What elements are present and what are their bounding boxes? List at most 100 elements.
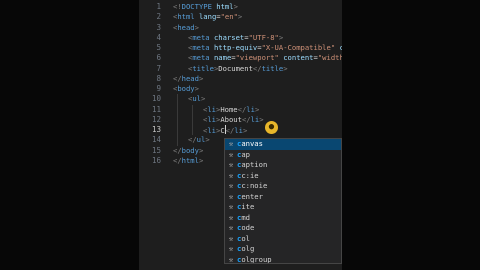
code-token: </ [237,104,247,114]
code-line[interactable]: <li>About</li> [203,115,264,125]
suggestion-item[interactable]: ⚒ colgroup [225,254,341,264]
suggestion-item[interactable]: ⚒ center [225,192,341,203]
line-number: 15 [151,145,161,155]
suggestion-rest: c:ie [241,170,259,180]
code-token: head [181,73,199,83]
code-token: </ [252,63,262,73]
code-token: li [207,126,216,135]
wrench-icon: ⚒ [228,213,234,222]
code-line[interactable]: <html lang="en"> [173,12,242,22]
code-token: > [259,114,264,124]
code-line[interactable]: <meta name="viewport" content="width=dev [188,53,342,63]
code-token: Home [220,104,238,114]
suggestion-item[interactable]: ⚒ cmd [225,213,341,224]
code-line[interactable]: <head> [173,23,199,33]
code-token: "UTF-8" [248,32,279,42]
suggestion-item[interactable]: ⚒ canvas [225,139,341,150]
suggestion-rest: olgroup [241,254,272,264]
code-token: </ [173,73,182,83]
code-token: title [261,63,284,73]
code-line[interactable]: <li>C</li> [203,125,247,135]
suggestion-item[interactable]: ⚒ caption [225,160,341,171]
code-line[interactable]: <title>Document</title> [188,64,288,74]
suggestion-item[interactable]: ⚒ cc:noie [225,181,341,192]
suggestion-rest: aption [241,160,268,169]
line-number: 2 [156,12,161,22]
code-token: meta [192,32,210,42]
code-token: > [205,135,210,145]
code-token: conte [339,43,342,52]
line-number: 3 [156,22,161,32]
code-line[interactable]: </html> [173,156,203,166]
line-number: 10 [151,94,161,104]
code-token: About [220,114,242,124]
suggestion-item[interactable]: ⚒ cite [225,202,341,213]
line-number: 12 [151,114,161,124]
suggestion-rest: ite [241,202,255,211]
code-token: > [278,32,284,42]
code-token: > [200,94,206,104]
code-token: "width=dev [317,53,342,63]
code-token: "en" [220,12,238,22]
autocomplete-suggestion-list[interactable]: ⚒ canvas ⚒ cap ⚒ caption ⚒ cc:ie ⚒ cc:noie ⚒ center… [224,138,342,264]
code-token: > [283,63,288,73]
lightbulb-icon[interactable]: ● [265,121,278,134]
code-line[interactable]: <body> [173,84,199,94]
code-token: li [207,114,216,124]
line-number: 11 [151,104,161,114]
code-token: http-equiv [209,43,258,52]
line-number: 13 [151,125,161,134]
indent-guide [192,104,193,136]
code-line[interactable]: <meta charset="UTF-8"> [188,33,283,43]
line-number: 5 [156,43,161,52]
code-token: li [250,114,260,124]
code-token: content [278,53,314,63]
wrench-icon: ⚒ [228,224,234,232]
code-line[interactable]: <meta http-equiv="X-UA-Compatible" conte [188,43,342,53]
code-line[interactable]: </head> [173,74,203,84]
code-token: DOCTYPE [181,2,212,11]
left-black-bar [0,0,139,270]
code-token: ul [196,135,206,145]
code-token: <! [173,2,182,11]
wrench-icon: ⚒ [228,245,234,253]
wrench-icon: ⚒ [228,234,234,243]
indent-guide [177,94,178,146]
code-token: lang [194,12,217,22]
suggestion-rest: c:noie [241,181,268,190]
suggestion-item[interactable]: ⚒ cap [225,150,341,161]
suggestion-item[interactable]: ⚒ col [225,234,341,245]
code-token: li [246,104,255,114]
code-token: > [198,155,204,165]
code-token: meta [192,53,210,63]
line-number-gutter: 1 2 3 4 5 6 7 8 9 10 11 12 13 14 15 16 [139,0,163,270]
code-line[interactable]: <li>Home</li> [203,105,259,115]
wrench-icon: ⚒ [228,140,234,148]
suggestion-item[interactable]: ⚒ cc:ie [225,171,341,182]
code-token: </ [173,145,182,155]
suggestion-item[interactable]: ⚒ code [225,223,341,234]
code-line[interactable]: </ul> [188,135,210,145]
code-token: > [237,12,243,22]
code-token: Document [218,63,253,73]
line-number: 6 [156,53,161,63]
code-token: html [177,12,195,22]
line-number: 16 [151,155,161,165]
suggestion-rest: ol [241,233,250,243]
code-token: body [181,145,199,155]
suggestion-item[interactable]: ⚒ colg [225,244,341,255]
code-token: > [194,84,199,93]
line-number: 14 [151,135,161,145]
code-line[interactable]: </body> [173,146,203,156]
right-black-bar [342,0,480,270]
code-token: > [198,73,204,83]
wrench-icon: ⚒ [228,192,234,201]
line-number: 4 [156,32,161,42]
code-token: > [242,126,248,135]
code-line[interactable]: <!DOCTYPE html> [173,2,238,12]
code-token: "X-UA-Compatible" [261,43,336,52]
code-line[interactable]: <ul> [188,94,205,104]
code-token: html [211,2,234,11]
suggestion-rest: anvas [241,139,263,148]
wrench-icon: ⚒ [228,255,234,264]
